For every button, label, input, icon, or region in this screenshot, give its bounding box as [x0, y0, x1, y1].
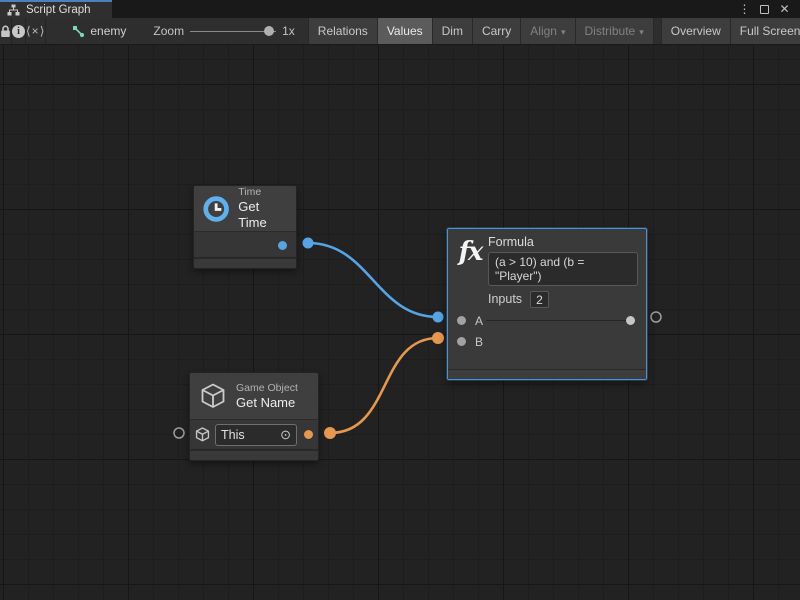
wires-layer — [0, 45, 800, 600]
target-object-field[interactable]: This ⊙ — [215, 424, 297, 446]
window-menu-icon[interactable]: ⋮ — [737, 1, 752, 17]
wire-blue-start-dot[interactable] — [303, 238, 314, 249]
get-name-footer — [190, 449, 318, 460]
relation-line — [484, 320, 633, 321]
graph-canvas[interactable]: Time Get Time fx Formula (a > 10) and (b… — [0, 45, 800, 600]
port-a-label: A — [475, 314, 486, 328]
node-get-name[interactable]: Game Object Get Name This ⊙ — [189, 372, 319, 461]
chevron-down-icon: ▾ — [639, 27, 644, 38]
cube-icon-small — [194, 426, 211, 443]
wire-orange-end-dot[interactable] — [432, 332, 444, 344]
cube-icon — [198, 381, 228, 411]
getname-target-port-ring[interactable] — [174, 428, 184, 438]
script-graph-window: Script Graph ⋮ ✕ i ⟨×⟩ enemy — [0, 0, 800, 600]
relations-button[interactable]: Relations — [308, 18, 377, 44]
code-icon: ⟨×⟩ — [26, 24, 45, 38]
node-get-time[interactable]: Time Get Time — [193, 185, 297, 269]
get-name-output-port[interactable] — [304, 430, 313, 439]
formula-input-port-a[interactable] — [457, 316, 466, 325]
hierarchy-icon — [7, 4, 20, 16]
clock-icon — [202, 194, 230, 224]
graph-breadcrumb[interactable]: enemy — [72, 18, 126, 44]
values-button[interactable]: Values — [377, 18, 432, 44]
formula-output-port-ring[interactable] — [651, 312, 661, 322]
lock-icon — [0, 25, 11, 38]
formula-fx-icon: fx — [456, 235, 484, 269]
formula-expression-input[interactable]: (a > 10) and (b = "Player") — [488, 252, 638, 286]
carry-button[interactable]: Carry — [472, 18, 520, 44]
toolbar-gap — [653, 18, 661, 44]
dim-button[interactable]: Dim — [432, 18, 472, 44]
chevron-down-icon: ▾ — [561, 27, 566, 38]
align-button[interactable]: Align▾ — [520, 18, 574, 44]
get-time-footer — [194, 257, 296, 268]
toolbar-buttons: Relations Values Dim Carry Align▾ Distri… — [308, 18, 800, 44]
formula-output-port[interactable] — [626, 316, 635, 325]
wire-blue-end-dot[interactable] — [433, 312, 444, 323]
formula-port-row-b: B — [448, 331, 646, 352]
formula-ports: A B — [448, 308, 646, 352]
get-name-header[interactable]: Game Object Get Name — [190, 373, 318, 419]
close-icon[interactable]: ✕ — [777, 1, 792, 17]
get-name-body: This ⊙ — [190, 419, 318, 449]
get-time-body — [194, 231, 296, 257]
info-icon: i — [12, 25, 25, 38]
graph-asset-icon — [72, 25, 85, 38]
full-screen-button[interactable]: Full Screen — [730, 18, 800, 44]
zoom-value: 1x — [282, 24, 295, 38]
graph-toolbar: i ⟨×⟩ enemy Zoom 1x Relations Values Dim — [0, 18, 800, 45]
overview-button[interactable]: Overview — [661, 18, 730, 44]
code-preview-button[interactable]: ⟨×⟩ — [26, 18, 46, 44]
graph-name: enemy — [90, 24, 126, 38]
info-button[interactable]: i — [12, 18, 26, 44]
distribute-button[interactable]: Distribute▾ — [575, 18, 653, 44]
lock-button[interactable] — [0, 18, 12, 44]
node-formula[interactable]: fx Formula (a > 10) and (b = "Player") I… — [447, 228, 647, 380]
node-title: Get Time — [238, 199, 288, 231]
window-controls: ⋮ ✕ — [737, 0, 800, 18]
tab-title: Script Graph — [26, 4, 91, 16]
formula-input-port-b[interactable] — [457, 337, 466, 346]
zoom-slider[interactable] — [190, 18, 276, 45]
formula-header[interactable]: fx Formula (a > 10) and (b = "Player") I… — [448, 229, 646, 308]
node-category: Time — [238, 186, 288, 199]
target-value: This — [221, 428, 280, 442]
wire-gettime-to-formula-a[interactable] — [308, 243, 438, 317]
port-b-label: B — [475, 335, 486, 349]
zoom-label: Zoom — [153, 24, 184, 38]
node-category: Game Object — [236, 382, 298, 395]
inputs-count-field[interactable]: 2 — [530, 291, 549, 308]
title-bar: Script Graph ⋮ ✕ — [0, 0, 800, 18]
get-time-output-port[interactable] — [278, 241, 287, 250]
maximize-icon[interactable] — [757, 1, 772, 17]
formula-port-row-a: A — [448, 310, 646, 331]
wire-getname-to-formula-b[interactable] — [330, 338, 438, 433]
tab-script-graph[interactable]: Script Graph — [0, 0, 112, 18]
zoom-slider-handle[interactable] — [264, 26, 274, 36]
object-picker-icon[interactable]: ⊙ — [280, 428, 291, 441]
zoom-control: Zoom 1x — [153, 18, 294, 44]
node-title: Get Name — [236, 395, 298, 411]
node-title: Formula — [488, 235, 638, 249]
formula-footer — [448, 369, 646, 379]
wire-orange-start-dot[interactable] — [324, 427, 336, 439]
get-time-header[interactable]: Time Get Time — [194, 186, 296, 231]
inputs-label: Inputs — [488, 292, 522, 306]
